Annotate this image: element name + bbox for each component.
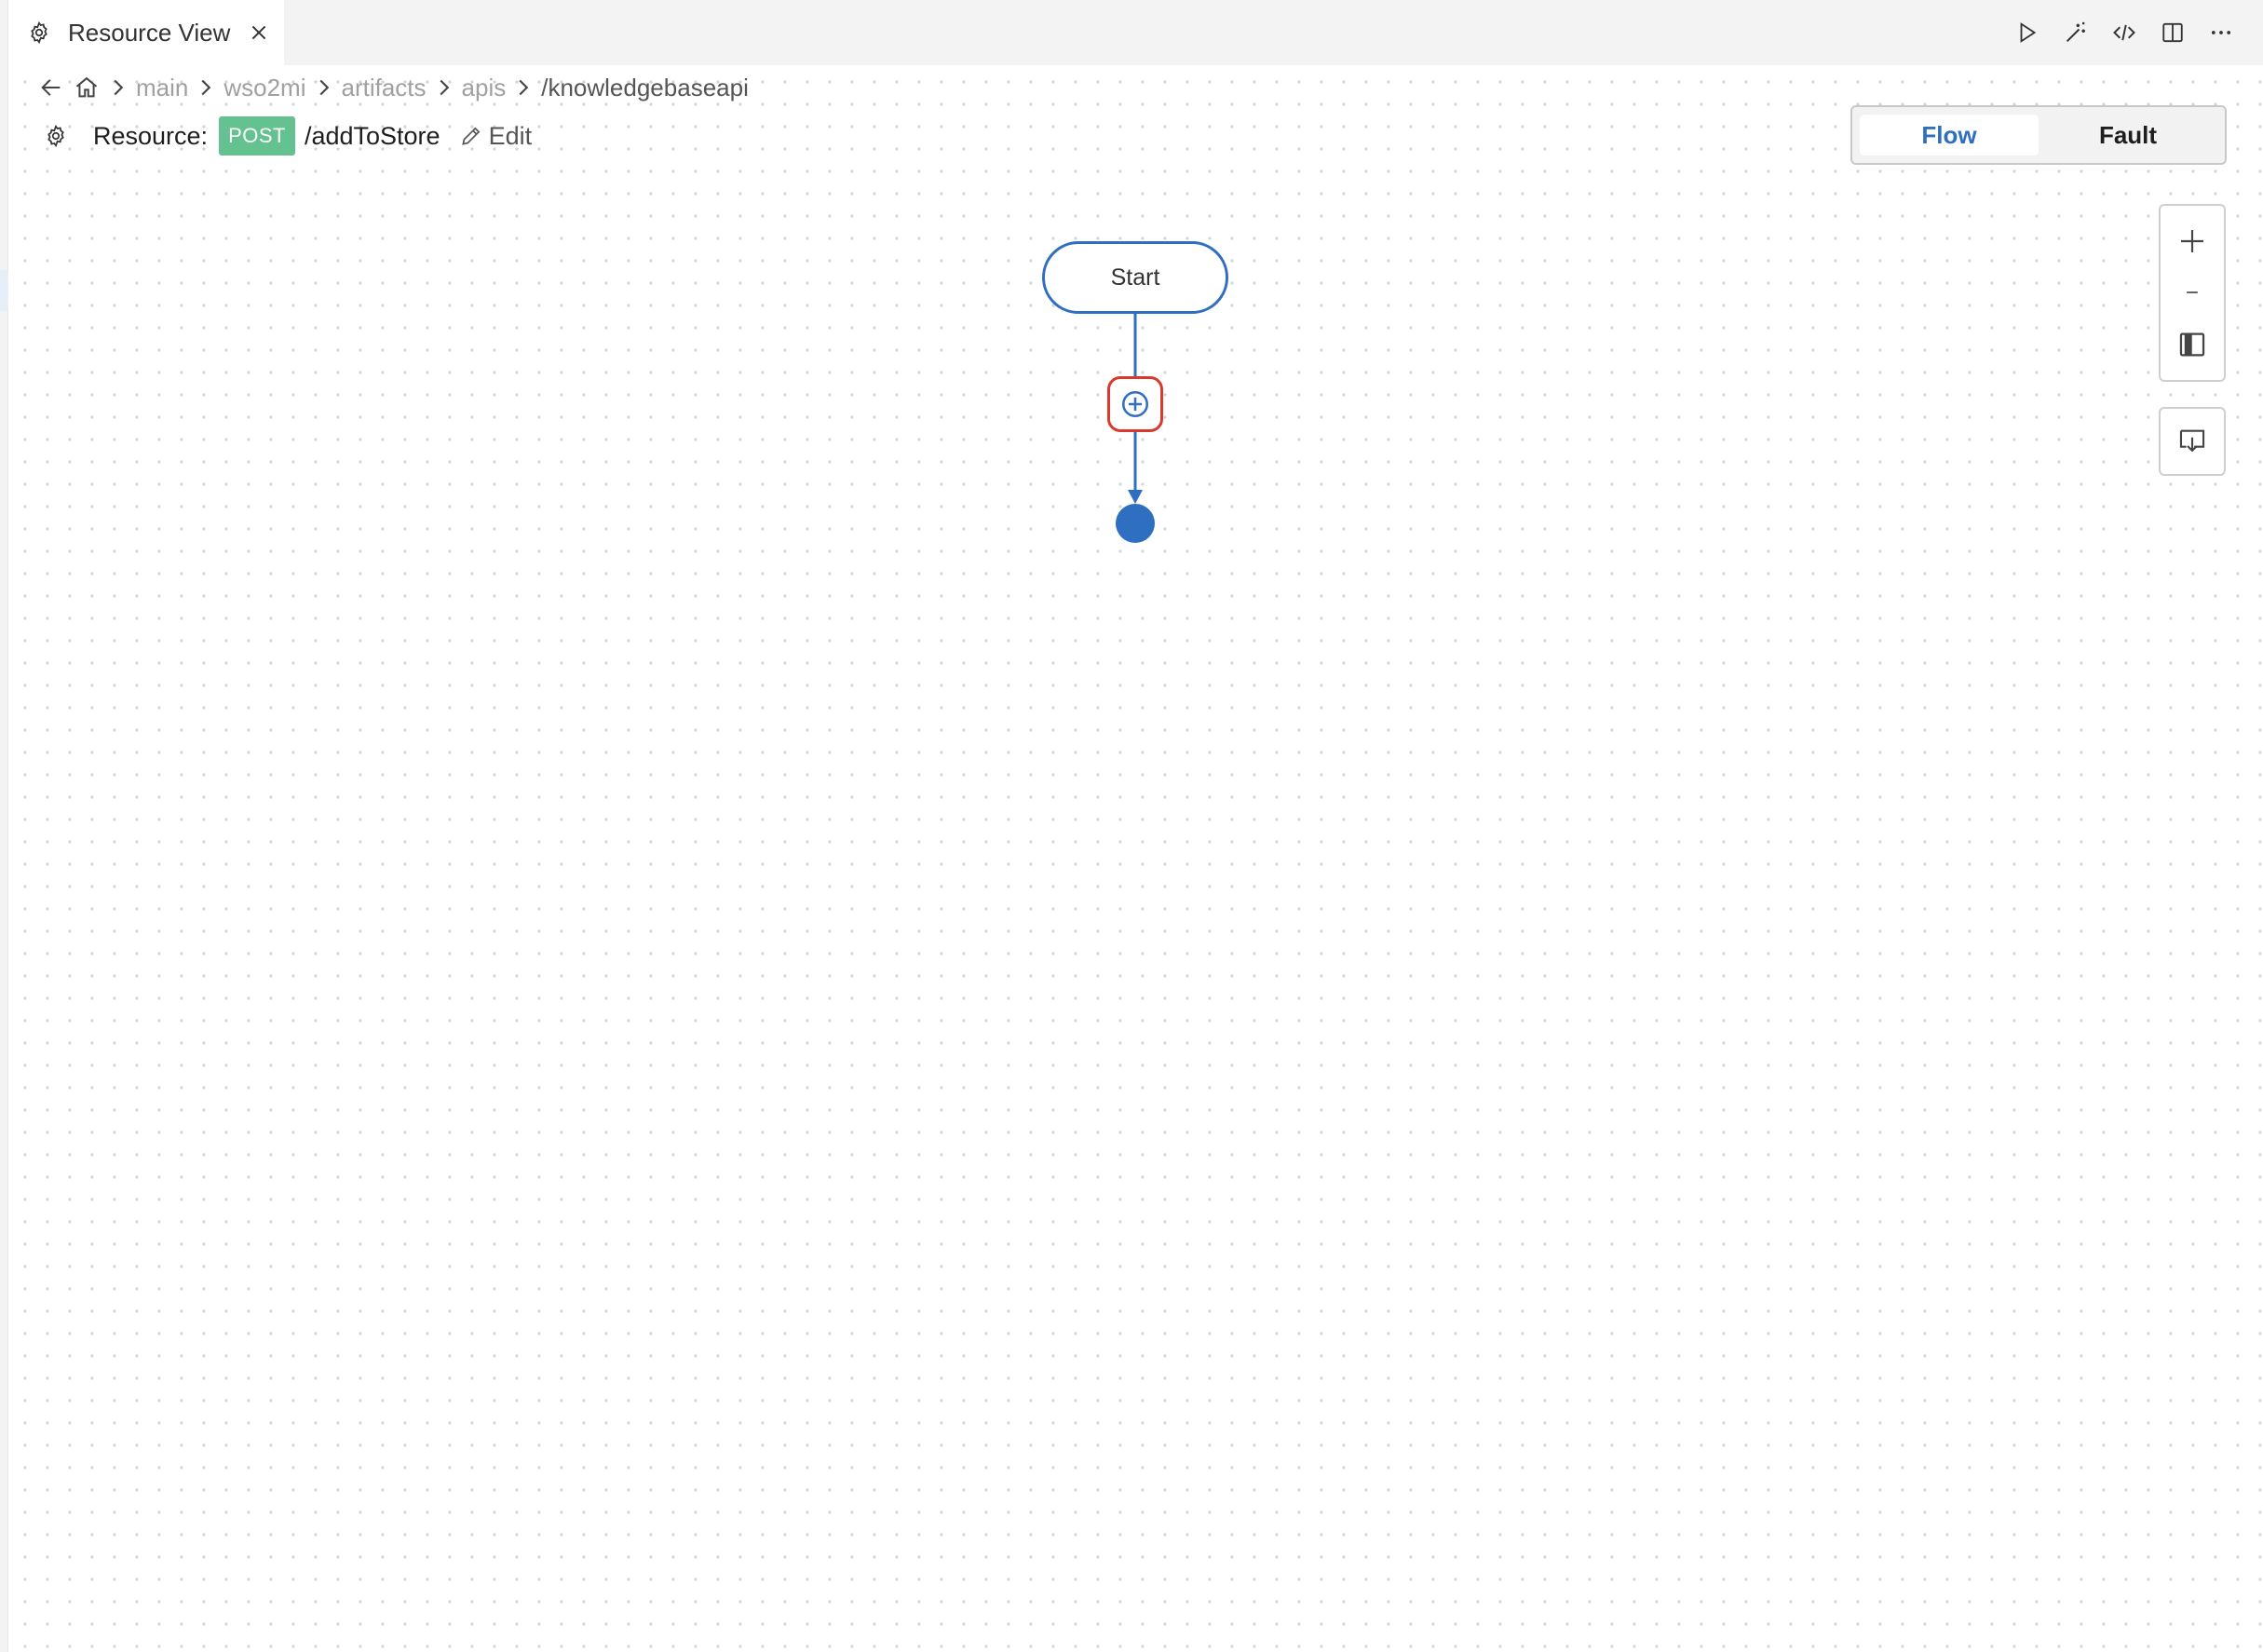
app-window: Resource View main wso2mi artifacts apis… xyxy=(0,0,2263,1652)
end-node xyxy=(1116,504,1155,543)
add-circle-icon xyxy=(1121,390,1149,418)
flow-diagram: Start xyxy=(0,0,2263,1652)
add-mediator-button[interactable] xyxy=(1107,376,1163,432)
start-node[interactable]: Start xyxy=(1042,241,1228,314)
